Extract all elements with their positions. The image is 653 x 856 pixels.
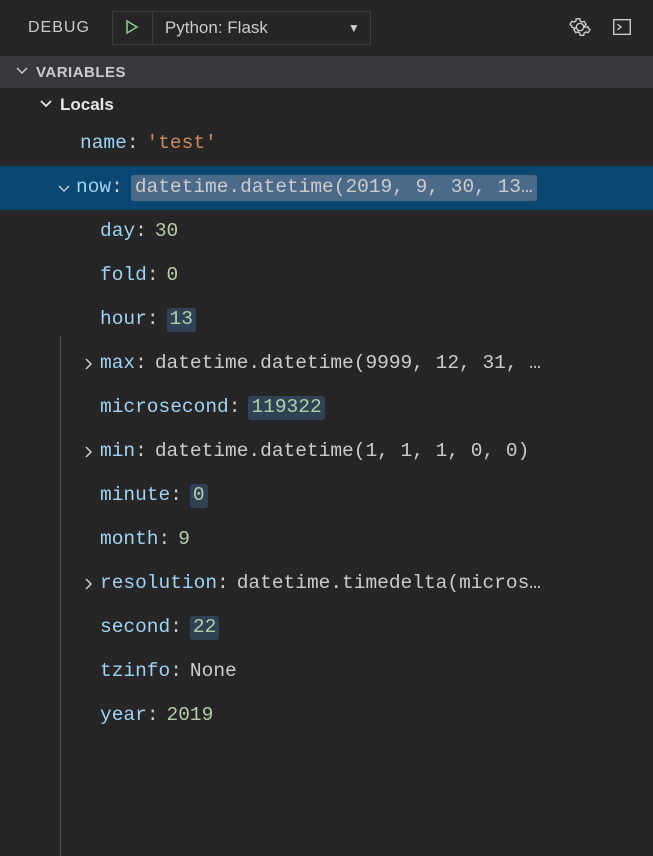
indent-guide — [60, 336, 61, 856]
chevron-down-icon — [14, 62, 30, 82]
chevron-right-icon — [76, 444, 100, 460]
chevron-right-icon — [76, 356, 100, 372]
var-resolution[interactable]: resolution: datetime.timedelta(micros… — [0, 562, 653, 606]
debug-config-box: Python: Flask ▼ — [112, 11, 371, 45]
debug-config-name: Python: Flask — [165, 18, 268, 38]
var-max[interactable]: max: datetime.datetime(9999, 12, 31, … — [0, 342, 653, 386]
chevron-right-icon — [76, 576, 100, 592]
var-year[interactable]: year: 2019 — [0, 694, 653, 738]
gear-icon — [569, 16, 591, 41]
chevron-down-icon — [38, 95, 54, 116]
var-now[interactable]: now: datetime.datetime(2019, 9, 30, 13… — [0, 166, 653, 210]
scope-label: Locals — [60, 95, 114, 115]
chevron-down-icon — [52, 180, 76, 196]
debug-toolbar: DEBUG Python: Flask ▼ — [0, 0, 653, 56]
var-day[interactable]: day: 30 — [0, 210, 653, 254]
debug-label: DEBUG — [28, 19, 90, 37]
var-second[interactable]: second: 22 — [0, 606, 653, 650]
dropdown-caret-icon: ▼ — [348, 21, 360, 35]
var-hour[interactable]: hour: 13 — [0, 298, 653, 342]
variables-section-header[interactable]: VARIABLES — [0, 56, 653, 88]
terminal-icon — [611, 16, 633, 41]
var-min[interactable]: min: datetime.datetime(1, 1, 1, 0, 0) — [0, 430, 653, 474]
start-debugging-button[interactable] — [113, 12, 153, 44]
variables-title: VARIABLES — [36, 64, 126, 81]
var-fold[interactable]: fold: 0 — [0, 254, 653, 298]
var-tzinfo[interactable]: tzinfo: None — [0, 650, 653, 694]
var-minute[interactable]: minute: 0 — [0, 474, 653, 518]
settings-button[interactable] — [565, 13, 595, 43]
variable-list: name: 'test' now: datetime.datetime(2019… — [0, 122, 653, 738]
var-name[interactable]: name: 'test' — [0, 122, 653, 166]
debug-console-button[interactable] — [607, 13, 637, 43]
debug-config-select[interactable]: Python: Flask ▼ — [153, 12, 370, 44]
var-month[interactable]: month: 9 — [0, 518, 653, 562]
variables-content: Locals name: 'test' now: datetime.dateti… — [0, 88, 653, 738]
scope-locals[interactable]: Locals — [0, 88, 653, 122]
var-microsecond[interactable]: microsecond: 119322 — [0, 386, 653, 430]
play-icon — [124, 19, 140, 38]
